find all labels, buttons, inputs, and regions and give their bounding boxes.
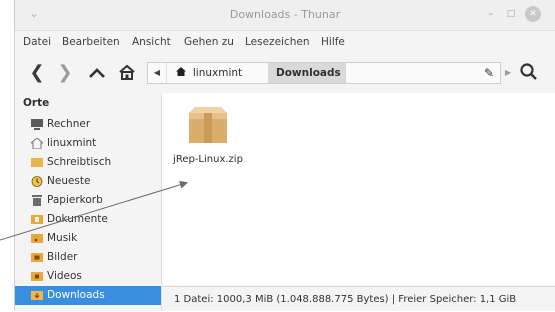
thunar-window: ⌄ Downloads - Thunar – □ ✕ Datei Bearbei… (14, 0, 555, 311)
videos-folder-icon (31, 272, 43, 281)
sidebar-item-label: Bilder (47, 251, 78, 263)
sidebar-item-label: linuxmint (47, 137, 97, 149)
sidebar-item-musik[interactable]: Musik (15, 229, 161, 248)
search-icon[interactable] (519, 62, 541, 84)
path-scroll-right-icon[interactable]: ▶ (505, 62, 511, 84)
music-folder-icon (31, 234, 43, 243)
path-scroll-left-icon[interactable]: ◀ (148, 63, 167, 83)
trash-icon (32, 195, 42, 206)
downloads-folder-icon (31, 291, 43, 300)
close-button[interactable]: ✕ (525, 6, 541, 22)
sidebar-item-dokumente[interactable]: Dokumente (15, 210, 161, 229)
toolbar: ❮ ❯ ◀ linuxmint Downloads ✎ ▶ (15, 56, 555, 90)
menu-hilfe[interactable]: Hilfe (321, 36, 345, 48)
home-crumb-icon (176, 67, 189, 79)
sidebar-item-label: Dokumente (47, 213, 108, 225)
sidebar-item-label: Musik (47, 232, 78, 244)
clock-icon (31, 176, 43, 187)
sidebar-item-label: Schreibtisch (47, 156, 112, 168)
sidebar-item-neueste[interactable]: Neueste (15, 172, 161, 191)
sidebar-item-downloads[interactable]: Downloads (15, 286, 161, 305)
sidebar-item-linuxmint[interactable]: linuxmint (15, 134, 161, 153)
forward-icon[interactable]: ❯ (53, 62, 77, 84)
minimize-button[interactable]: – (483, 6, 499, 22)
title-bar: ⌄ Downloads - Thunar – □ ✕ (15, 0, 555, 31)
up-icon[interactable] (85, 62, 109, 84)
crumb-linuxmint-label: linuxmint (192, 67, 243, 79)
menu-datei[interactable]: Datei (23, 36, 51, 48)
window-title: Downloads - Thunar (229, 8, 341, 21)
desktop-folder-icon (31, 158, 43, 167)
maximize-button[interactable]: □ (503, 6, 519, 22)
sidebar-item-videos[interactable]: Videos (15, 267, 161, 286)
crumb-linuxmint[interactable]: linuxmint (168, 63, 252, 83)
menu-bearbeiten[interactable]: Bearbeiten (62, 36, 120, 48)
sidebar-item-schreibtisch[interactable]: Schreibtisch (15, 153, 161, 172)
sidebar-item-label: Neueste (47, 175, 91, 187)
archive-box-icon (189, 107, 227, 143)
sidebar: Orte Rechner linuxmint Schreibtisch Neue… (15, 93, 161, 311)
path-bar: ◀ linuxmint Downloads ✎ (147, 62, 501, 84)
status-bar: 1 Datei: 1000,3 MiB (1.048.888.775 Bytes… (161, 286, 555, 311)
file-name: jRep-Linux.zip (173, 154, 243, 165)
documents-folder-icon (31, 215, 43, 224)
pictures-folder-icon (31, 253, 43, 262)
menu-lesezeichen[interactable]: Lesezeichen (245, 36, 310, 48)
home-folder-icon (31, 138, 43, 149)
crumb-downloads[interactable]: Downloads (268, 63, 346, 83)
menu-ansicht[interactable]: Ansicht (132, 36, 171, 48)
sidebar-item-label: Downloads (47, 289, 105, 301)
sidebar-item-label: Rechner (47, 118, 91, 130)
sidebar-item-papierkorb[interactable]: Papierkorb (15, 191, 161, 210)
back-icon[interactable]: ❮ (25, 62, 49, 84)
file-item[interactable]: jRep-Linux.zip (172, 105, 244, 165)
menu-gehen-zu[interactable]: Gehen zu (184, 36, 234, 48)
edit-path-icon[interactable]: ✎ (484, 63, 494, 83)
menu-bar: Datei Bearbeiten Ansicht Gehen zu Leseze… (15, 30, 555, 54)
sidebar-item-rechner[interactable]: Rechner (15, 115, 161, 134)
sidebar-item-label: Papierkorb (47, 194, 103, 206)
sidebar-item-label: Videos (47, 270, 82, 282)
sidebar-heading: Orte (23, 97, 50, 109)
sidebar-item-bilder[interactable]: Bilder (15, 248, 161, 267)
computer-icon (31, 119, 43, 130)
home-icon[interactable] (115, 62, 139, 84)
file-view[interactable]: jRep-Linux.zip (161, 93, 555, 285)
